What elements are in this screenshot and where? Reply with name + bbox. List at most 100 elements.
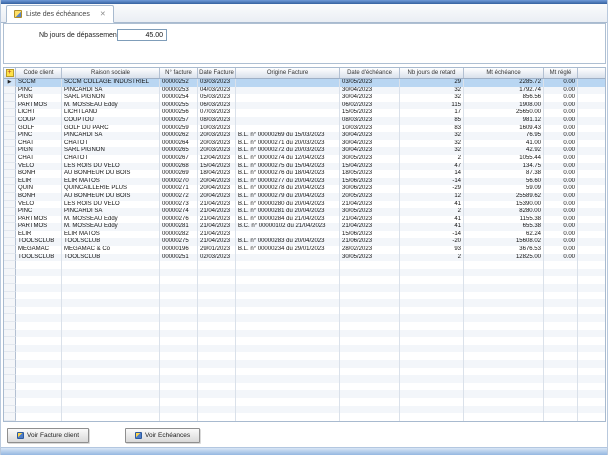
- row-selector[interactable]: [4, 147, 16, 155]
- row-selector[interactable]: [4, 368, 16, 376]
- row-selector[interactable]: [4, 216, 16, 224]
- table-row[interactable]: MEGAMACMEGAMAC & Co0000019629/01/2023B.L…: [4, 246, 605, 254]
- row-selector[interactable]: [4, 375, 16, 383]
- close-icon[interactable]: ✕: [100, 10, 106, 18]
- table-row[interactable]: VELOLES ROIS DU VELO0000026815/04/2023B.…: [4, 163, 605, 171]
- empty-table-row[interactable]: [4, 406, 605, 414]
- empty-table-row[interactable]: [4, 345, 605, 353]
- row-selector[interactable]: [4, 406, 16, 414]
- view-client-invoice-button[interactable]: Voir Facture client: [7, 428, 89, 443]
- table-row[interactable]: TOOLSCLUBTOOLSCLUB0000027521/04/2023B.L.…: [4, 238, 605, 246]
- table-row[interactable]: COUPCOUPTOU0000025708/03/202308/03/20238…: [4, 117, 605, 125]
- empty-table-row[interactable]: [4, 337, 605, 345]
- row-selector[interactable]: [4, 284, 16, 292]
- table-row[interactable]: GOLFGOLF DU PARC0000025910/03/202310/03/…: [4, 125, 605, 133]
- row-selector[interactable]: [4, 125, 16, 133]
- empty-table-row[interactable]: [4, 330, 605, 338]
- row-selector[interactable]: [4, 254, 16, 262]
- overdue-days-input[interactable]: [117, 29, 167, 41]
- row-selector[interactable]: [4, 109, 16, 117]
- row-selector[interactable]: [4, 269, 16, 277]
- table-row[interactable]: PIGNSARL PIGNON0000025405/03/202330/04/2…: [4, 94, 605, 102]
- row-selector[interactable]: [4, 360, 16, 368]
- add-icon[interactable]: +: [6, 69, 14, 77]
- column-header-datefact[interactable]: Date Facture: [198, 68, 236, 78]
- column-header-origine[interactable]: Origine Facture: [236, 68, 340, 78]
- table-row[interactable]: CHATCHATOT0000026420/03/2023B.L. n° 0000…: [4, 140, 605, 148]
- row-selector[interactable]: [4, 337, 16, 345]
- empty-table-row[interactable]: [4, 375, 605, 383]
- empty-table-row[interactable]: [4, 284, 605, 292]
- row-selector[interactable]: [4, 276, 16, 284]
- row-selector[interactable]: [4, 231, 16, 239]
- row-selector[interactable]: [4, 238, 16, 246]
- empty-table-row[interactable]: [4, 292, 605, 300]
- table-row[interactable]: PIGNSARL PIGNON0000026520/03/2023B.L. n°…: [4, 147, 605, 155]
- column-header-nfact[interactable]: N° facture: [160, 68, 198, 78]
- table-row[interactable]: BONHAU BONHEUR DU BOIS0000027220/04/2023…: [4, 193, 605, 201]
- row-selector[interactable]: [4, 398, 16, 406]
- table-row[interactable]: CHATCHATOT0000026712/04/2023B.L. n° 0000…: [4, 155, 605, 163]
- column-header-mtregle[interactable]: Mt réglé: [544, 68, 578, 78]
- empty-table-row[interactable]: [4, 261, 605, 269]
- table-row[interactable]: LICHTLICHTLAND0000025607/03/202315/05/20…: [4, 109, 605, 117]
- row-selector[interactable]: [4, 299, 16, 307]
- empty-table-row[interactable]: [4, 299, 605, 307]
- empty-table-row[interactable]: [4, 269, 605, 277]
- row-selector[interactable]: [4, 292, 16, 300]
- tab-liste-des-echeances[interactable]: Liste des échéances ✕: [6, 5, 114, 23]
- row-selector[interactable]: [4, 155, 16, 163]
- empty-table-row[interactable]: [4, 307, 605, 315]
- empty-table-row[interactable]: [4, 322, 605, 330]
- row-selector[interactable]: [4, 163, 16, 171]
- row-selector[interactable]: [4, 102, 16, 110]
- column-header-raison[interactable]: Raison sociale: [62, 68, 160, 78]
- empty-table-row[interactable]: [4, 390, 605, 398]
- table-row[interactable]: PINCPINCARDI SA0000027421/04/2023B.L. n°…: [4, 208, 605, 216]
- row-selector[interactable]: [4, 208, 16, 216]
- empty-table-row[interactable]: [4, 368, 605, 376]
- row-selector[interactable]: [4, 261, 16, 269]
- column-header-code[interactable]: Code client: [16, 68, 62, 78]
- row-selector[interactable]: [4, 132, 16, 140]
- table-row[interactable]: PARTMOSM. MOSSEAU Eddy0000028121/04/2023…: [4, 223, 605, 231]
- column-header-dateech[interactable]: Date d'échéance: [340, 68, 400, 78]
- row-selector[interactable]: [4, 223, 16, 231]
- column-header-retard[interactable]: Nb jours de retard: [400, 68, 464, 78]
- empty-table-row[interactable]: [4, 314, 605, 322]
- table-row[interactable]: QUINQUINCAILLERIE PLUS0000027120/04/2023…: [4, 185, 605, 193]
- column-header-mtech[interactable]: Mt échéance: [464, 68, 544, 78]
- table-row[interactable]: BONHAU BONHEUR DU BOIS0000026918/04/2023…: [4, 170, 605, 178]
- row-selector[interactable]: [4, 383, 16, 391]
- table-row[interactable]: ELIRELIR MATOS0000028221/04/202315/06/20…: [4, 231, 605, 239]
- table-row[interactable]: PARTMOSM. MOSSEAU Eddy0000027621/04/2023…: [4, 216, 605, 224]
- row-selector[interactable]: [4, 246, 16, 254]
- row-selector[interactable]: [4, 94, 16, 102]
- table-row[interactable]: PARTMOSM. MOSSEAU Eddy0000025506/03/2023…: [4, 102, 605, 110]
- table-row[interactable]: TOOLSCLUBTOOLSCLUB0000025102/03/202330/0…: [4, 254, 605, 262]
- empty-table-row[interactable]: [4, 276, 605, 284]
- row-selector[interactable]: [4, 117, 16, 125]
- row-selector[interactable]: [4, 201, 16, 209]
- empty-table-row[interactable]: [4, 383, 605, 391]
- empty-table-row[interactable]: [4, 413, 605, 421]
- row-selector[interactable]: [4, 140, 16, 148]
- empty-table-row[interactable]: [4, 398, 605, 406]
- table-row[interactable]: ▶SCCMSCCM COLLAGE INDUSTRIEL0000025203/0…: [4, 79, 605, 87]
- add-row-header[interactable]: +: [4, 68, 16, 78]
- table-row[interactable]: PINCPINCARDI SA0000026220/03/2023B.L. n°…: [4, 132, 605, 140]
- row-selector[interactable]: [4, 352, 16, 360]
- view-due-dates-button[interactable]: Voir Echéances: [125, 428, 200, 443]
- row-selector[interactable]: [4, 307, 16, 315]
- empty-table-row[interactable]: [4, 360, 605, 368]
- empty-table-row[interactable]: [4, 352, 605, 360]
- row-selector[interactable]: [4, 170, 16, 178]
- row-selector[interactable]: [4, 185, 16, 193]
- row-selector[interactable]: [4, 413, 16, 421]
- row-selector[interactable]: [4, 322, 16, 330]
- row-selector[interactable]: [4, 178, 16, 186]
- row-selector[interactable]: [4, 345, 16, 353]
- table-row[interactable]: VELOLES ROIS DU VELO0000027321/04/2023B.…: [4, 201, 605, 209]
- row-selector[interactable]: [4, 330, 16, 338]
- table-row[interactable]: PINCPINCARDI SA0000025304/03/202330/04/2…: [4, 87, 605, 95]
